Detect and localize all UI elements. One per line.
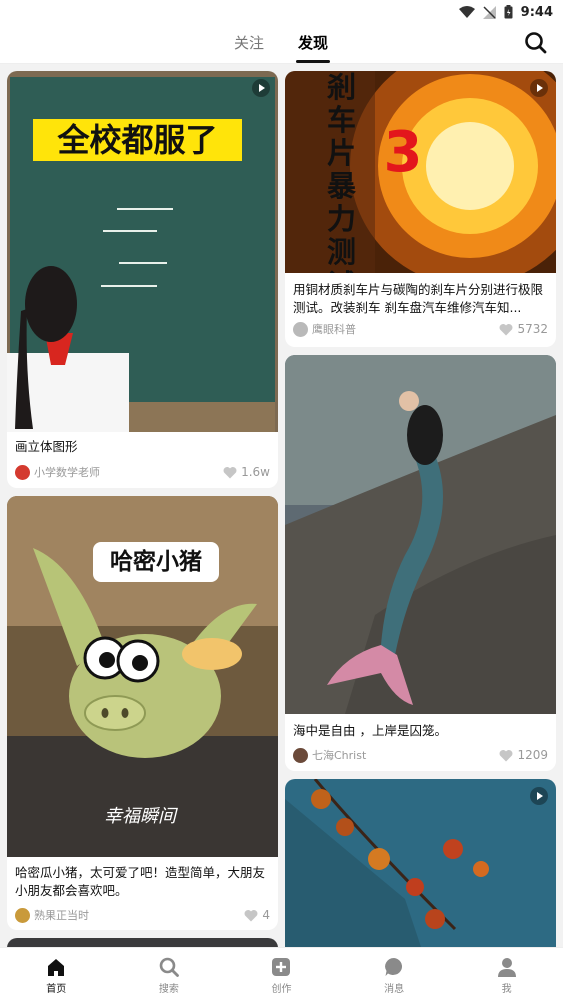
card-meta: 小学数学老师 1.6w	[15, 463, 270, 481]
card-thumbnail	[285, 779, 556, 947]
card-watermark: 幸福瞬间	[104, 806, 176, 827]
like-button[interactable]: 1.6w	[223, 465, 270, 479]
no-signal-icon	[482, 5, 496, 19]
avatar[interactable]	[15, 907, 30, 923]
feed-card[interactable]: 全校都服了 画立体图形 小学数学老师 1.6w	[7, 71, 278, 488]
nav-home[interactable]: 首页	[0, 948, 113, 1000]
feed: 全校都服了 画立体图形 小学数学老师 1.6w 剎车片暴力测试 3 用铜材质刹车…	[0, 64, 563, 947]
card-meta: 鹰眼科普 5732	[293, 320, 548, 338]
card-overlay-number: 3	[383, 120, 423, 185]
nav-search-label: 搜索	[158, 984, 179, 995]
card-author[interactable]: 熟果正当时	[34, 907, 244, 923]
card-thumbnail	[285, 355, 556, 714]
nav-home-label: 首页	[46, 984, 67, 995]
nav-profile-label: 我	[501, 984, 512, 995]
heart-icon	[244, 909, 258, 921]
heart-icon	[223, 466, 237, 478]
card-overlay-text: 哈密小猪	[93, 542, 219, 582]
wifi-icon	[458, 6, 475, 18]
like-count: 1.6w	[241, 465, 270, 479]
status-bar: 9:44	[0, 0, 563, 24]
nav-profile[interactable]: 我	[450, 948, 563, 1000]
search-icon	[525, 32, 547, 54]
card-author[interactable]: 七海Christ	[312, 747, 499, 763]
card-overlay-text: 全校都服了	[33, 119, 242, 161]
like-count: 5732	[517, 322, 548, 336]
avatar[interactable]	[15, 464, 30, 480]
profile-icon	[497, 958, 516, 977]
card-author[interactable]: 小学数学老师	[34, 464, 223, 480]
avatar[interactable]	[293, 747, 308, 763]
active-tab-indicator	[296, 60, 330, 63]
like-button[interactable]: 4	[244, 908, 270, 922]
heart-icon	[500, 323, 513, 335]
feed-card[interactable]	[7, 938, 278, 947]
video-play-icon	[252, 79, 270, 97]
battery-icon	[504, 5, 513, 19]
nav-create[interactable]: 创作	[225, 948, 338, 1000]
card-overlay-text: 剎车片暴力测试	[327, 71, 357, 273]
create-icon	[272, 958, 291, 976]
like-button[interactable]: 5732	[499, 322, 548, 336]
card-thumbnail	[7, 938, 278, 947]
bottom-nav: 首页 搜索 创作 消息 我	[0, 947, 563, 1000]
card-meta: 熟果正当时 4	[15, 906, 270, 924]
top-nav: 关注 发现	[0, 24, 563, 64]
feed-card[interactable]: 海中是自由 ，上岸是囚笼。 七海Christ 1209	[285, 355, 556, 771]
card-author[interactable]: 鹰眼科普	[312, 321, 499, 337]
message-icon	[385, 958, 403, 976]
card-meta: 七海Christ 1209	[293, 746, 548, 764]
tab-follow[interactable]: 关注	[234, 32, 264, 53]
heart-icon	[500, 749, 513, 761]
nav-messages-label: 消息	[384, 984, 405, 995]
search-icon	[159, 957, 179, 977]
card-title: 画立体图形	[15, 439, 78, 454]
feed-card[interactable]: 哈密小猪 幸福瞬间 哈密瓜小猪，太可爱了吧！造型简单，大朋友小朋友都会喜欢吧。 …	[7, 496, 278, 930]
avatar[interactable]	[293, 321, 308, 337]
card-title: 哈密瓜小猪，太可爱了吧！造型简单，大朋友小朋友都会喜欢吧。	[15, 865, 266, 898]
tab-discover[interactable]: 发现	[298, 32, 328, 53]
nav-search[interactable]: 搜索	[113, 948, 226, 1000]
status-time: 9:44	[520, 4, 553, 20]
feed-card[interactable]	[285, 779, 556, 947]
like-button[interactable]: 1209	[499, 748, 548, 762]
nav-create-label: 创作	[271, 984, 292, 995]
nav-messages[interactable]: 消息	[338, 948, 451, 1000]
card-title: 海中是自由 ，上岸是囚笼。	[293, 723, 447, 738]
like-count: 1209	[517, 748, 548, 762]
feed-card[interactable]: 剎车片暴力测试 3 用铜材质刹车片与碳陶的刹车片分别进行极限测试。改装刹车 刹车…	[285, 71, 556, 347]
like-count: 4	[262, 908, 270, 922]
video-play-icon	[530, 787, 548, 805]
video-play-icon	[530, 79, 548, 97]
home-icon	[48, 959, 65, 976]
search-button[interactable]	[523, 30, 549, 56]
